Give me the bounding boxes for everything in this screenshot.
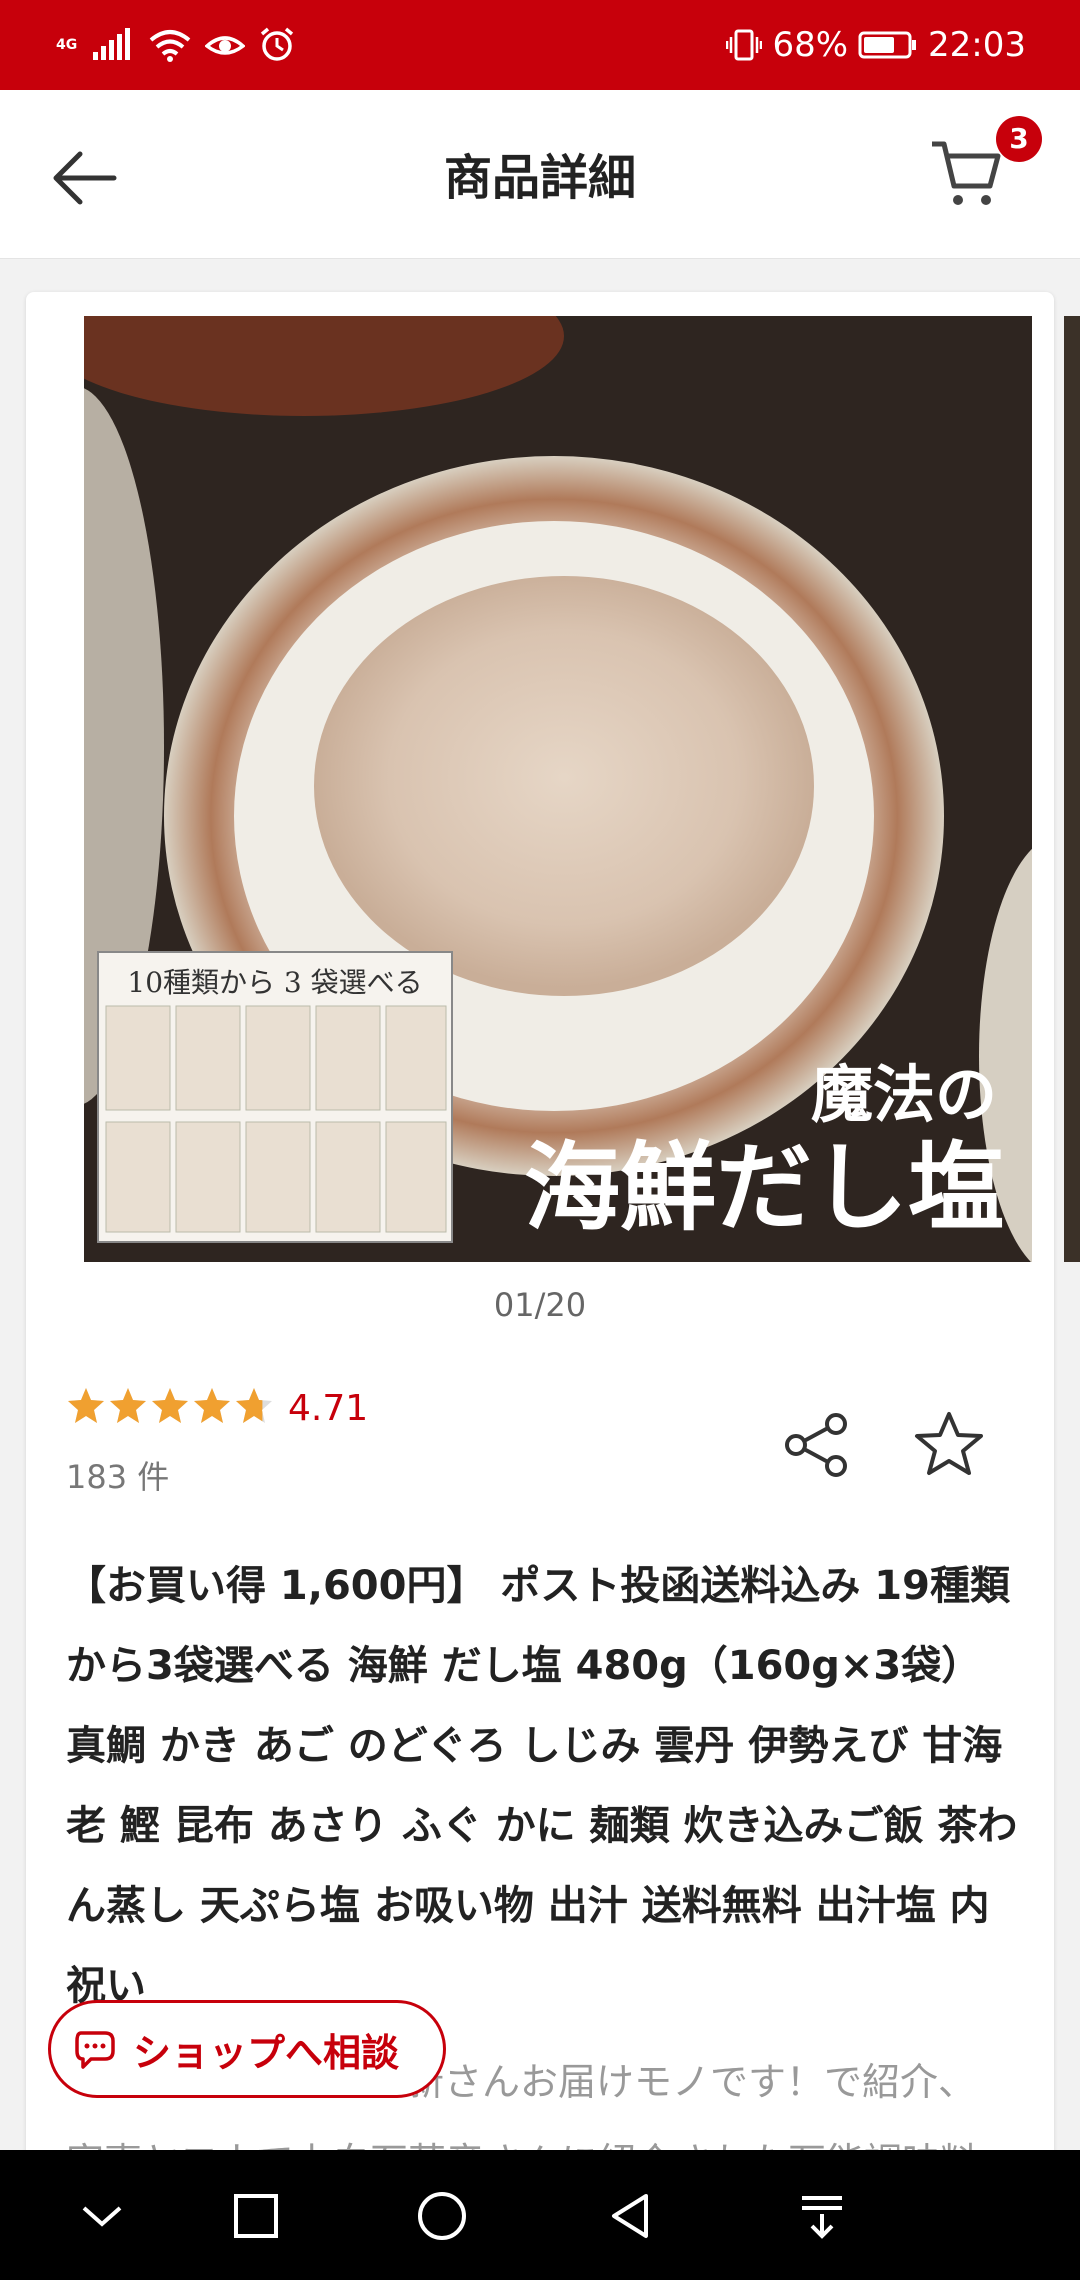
chevron-down-icon[interactable] [76, 2190, 128, 2242]
next-image-peek[interactable] [1064, 316, 1080, 1262]
system-nav-bar [0, 2150, 1080, 2280]
overlay-brand-line2: 海鮮だし塩 [524, 1131, 1004, 1244]
home-icon[interactable] [416, 2190, 468, 2242]
rating-star-icon [194, 1388, 230, 1423]
rating-stars [66, 1386, 274, 1426]
cart-icon[interactable] [928, 134, 1006, 212]
vibrate-icon [726, 29, 763, 61]
review-count[interactable]: 183 件 [66, 1452, 169, 1498]
favorite-star-icon[interactable] [914, 1410, 984, 1476]
eye-comfort-icon [205, 36, 246, 55]
product-image[interactable]: 10種類から 3 袋選べる 魔法の 海鮮だし塩 [84, 316, 1032, 1262]
product-title: 【お買い得 1,600円】 ポスト投函送料込み 19種類から3袋選べる 海鮮 だ… [66, 1563, 1018, 2009]
chat-bubble-icon [75, 2031, 115, 2069]
rating-star-icon [110, 1388, 146, 1423]
signal-icon [93, 28, 131, 60]
shop-consult-button[interactable]: ショップへ相談 [48, 2000, 446, 2098]
clock: 22:03 [928, 25, 1026, 65]
battery-percent: 68% [772, 25, 849, 65]
alarm-icon [261, 27, 294, 61]
rating-star-icon [152, 1388, 188, 1423]
overlay-brand-line1: 魔法の [811, 1058, 997, 1131]
page-title: 商品詳細 [443, 150, 636, 206]
app-header: 商品詳細 3 [0, 90, 1080, 259]
recent-apps-icon[interactable] [230, 2190, 282, 2242]
notification-pull-icon[interactable] [796, 2190, 848, 2242]
status-bar: 4G 68% 22:03 [0, 0, 1080, 90]
product-photo: 10種類から 3 袋選べる 魔法の 海鮮だし塩 [84, 316, 1032, 1262]
share-icon[interactable] [782, 1412, 850, 1478]
cart-count-badge: 3 [996, 116, 1042, 162]
image-counter: 01/20 [493, 1286, 587, 1324]
nav-back-icon[interactable] [604, 2190, 656, 2242]
overlay-heading: 10種類から 3 袋選べる [127, 966, 422, 999]
battery-icon [858, 31, 917, 59]
rating-star-icon [68, 1388, 104, 1423]
rating-score: 4.71 [288, 1388, 369, 1429]
wifi-icon [149, 30, 191, 62]
shop-consult-label: ショップへ相談 [133, 2030, 400, 2075]
rating-star-icon [236, 1388, 272, 1423]
network-type: 4G [56, 37, 78, 53]
